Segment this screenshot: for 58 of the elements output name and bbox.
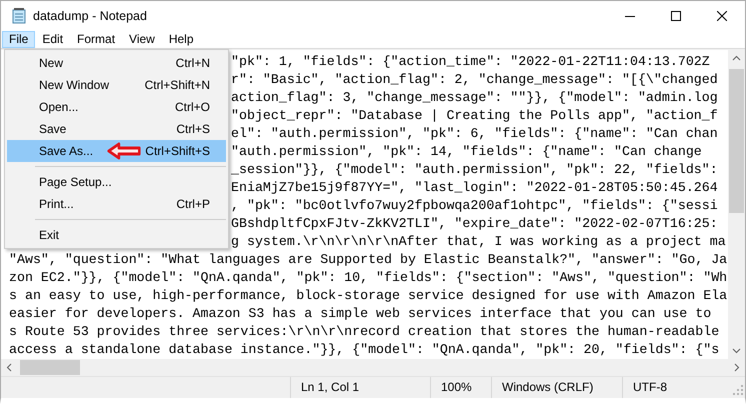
menu-item-label: Open... <box>39 100 78 114</box>
menu-item[interactable]: File <box>2 31 36 48</box>
menu-item[interactable]: Save Ctrl+S <box>7 118 226 140</box>
text-line: "pk": 1, "fields": {"action_time": "2022-01-22T11:04:13.702Z <box>231 52 710 71</box>
menu-item[interactable]: Edit <box>35 31 70 48</box>
menu-item-label: Exit <box>39 228 60 242</box>
notepad-icon <box>12 8 26 24</box>
arrow-icon <box>107 142 141 160</box>
shortcut-label: Ctrl+P <box>176 197 210 211</box>
shortcut-label: Ctrl+Shift+S <box>145 144 210 158</box>
text-line: "object_repr": "Database | Creating the Polls app", "action_f <box>231 106 718 125</box>
menu-item[interactable]: New Window Ctrl+Shift+N <box>7 74 226 96</box>
text-line: , "pk": "bc0otlvfo7wuy2fpbowqa200af1ohtpc", "fields": {"sessi <box>231 196 718 215</box>
resize-grip-icon[interactable] <box>733 385 743 395</box>
menu-item[interactable]: Exit <box>7 224 226 246</box>
text-line: s Route 53 provides three services:\r\n\r\nrecord creation that stores the human-readable <box>9 322 720 341</box>
menu-item[interactable]: New Ctrl+N <box>7 52 226 74</box>
shortcut-label: Ctrl+O <box>174 100 210 114</box>
text-line: access a standalone database instance."}}, {"model": "QnA.qanda", "pk": 20, "fields": {"s <box>9 340 720 359</box>
menu-item[interactable]: Help <box>162 31 201 48</box>
position-label: Ln 1, Col 1 <box>301 380 360 394</box>
menu-item[interactable]: Format <box>70 31 122 48</box>
text-line: s an easy to use, high-performance, block-storage service designed for use with Amazon Ela <box>9 286 728 305</box>
close-icon[interactable] <box>717 11 727 21</box>
text-line: "auth.permission", "pk": 14, "fields": {"name": "Can change <box>231 142 702 161</box>
shortcut-label: Ctrl+Shift+N <box>144 78 210 92</box>
menu-item-label: New <box>39 56 64 70</box>
menu-item-label: New Window <box>39 78 110 92</box>
text-line: GBshdpltfCpxFJtv-ZkKV2TLI", "expire_date": "2022-02-07T16:25: <box>231 214 718 233</box>
menu-item-label: Save As... <box>39 144 94 158</box>
text-line: zon EC2."}}, {"model": "QnA.qanda", "pk": 10, "fields": {"section": "Aws", "question": "Wh <box>9 268 728 287</box>
menu-item[interactable]: Print... Ctrl+P <box>7 193 226 215</box>
menu-item[interactable]: Open... Ctrl+O <box>7 96 226 118</box>
text-line: EniaMjZ7be15j9f87YY=", "last_login": "2022-01-28T05:50:45.264 <box>231 178 718 197</box>
text-line: _session"}}, {"model": "auth.permission", "pk": 22, "fields": <box>231 160 718 179</box>
encoding-label: UTF-8 <box>633 380 667 394</box>
vertical-scrollbar[interactable] <box>728 50 745 359</box>
text-line: easier for developers. Amazon S3 has a simple web services interface that you can use to <box>9 304 712 323</box>
scroll-thumb[interactable] <box>20 360 80 375</box>
menu-item-label: Print... <box>39 197 74 211</box>
shortcut-label: Ctrl+S <box>176 122 210 136</box>
text-line: "Aws", "question": "What languages are Supported by Elastic Beanstalk?", "answer": "Go, Ja <box>9 250 728 269</box>
window-title: datadump - Notepad <box>33 9 148 23</box>
scroll-thumb[interactable] <box>729 68 744 213</box>
menu-item-label: Save <box>39 122 66 136</box>
menu-item-label: Page Setup... <box>39 175 112 189</box>
line-ending-label: Windows (CRLF) <box>502 380 594 394</box>
shortcut-label: Ctrl+N <box>176 56 210 70</box>
horizontal-scrollbar[interactable] <box>1 358 728 376</box>
menu-item[interactable]: Save As... Ctrl+Shift+S <box>7 140 226 162</box>
menu-item[interactable]: Page Setup... <box>7 171 226 193</box>
text-line: el": "auth.permission", "pk": 6, "fields": {"name": "Can chan <box>231 124 718 143</box>
text-line: r": "Basic", "action_flag": 2, "change_message": "[{\"changed <box>231 70 718 89</box>
zoom-label: 100% <box>441 380 472 394</box>
text-line: g system.\r\n\r\n\r\nAfter that, I was working as a project ma <box>231 232 726 251</box>
maximize-icon[interactable] <box>671 11 681 21</box>
text-line: action_flag": 3, "change_message": ""}}, {"model": "admin.log <box>231 88 718 107</box>
menu-item[interactable]: View <box>122 31 162 48</box>
